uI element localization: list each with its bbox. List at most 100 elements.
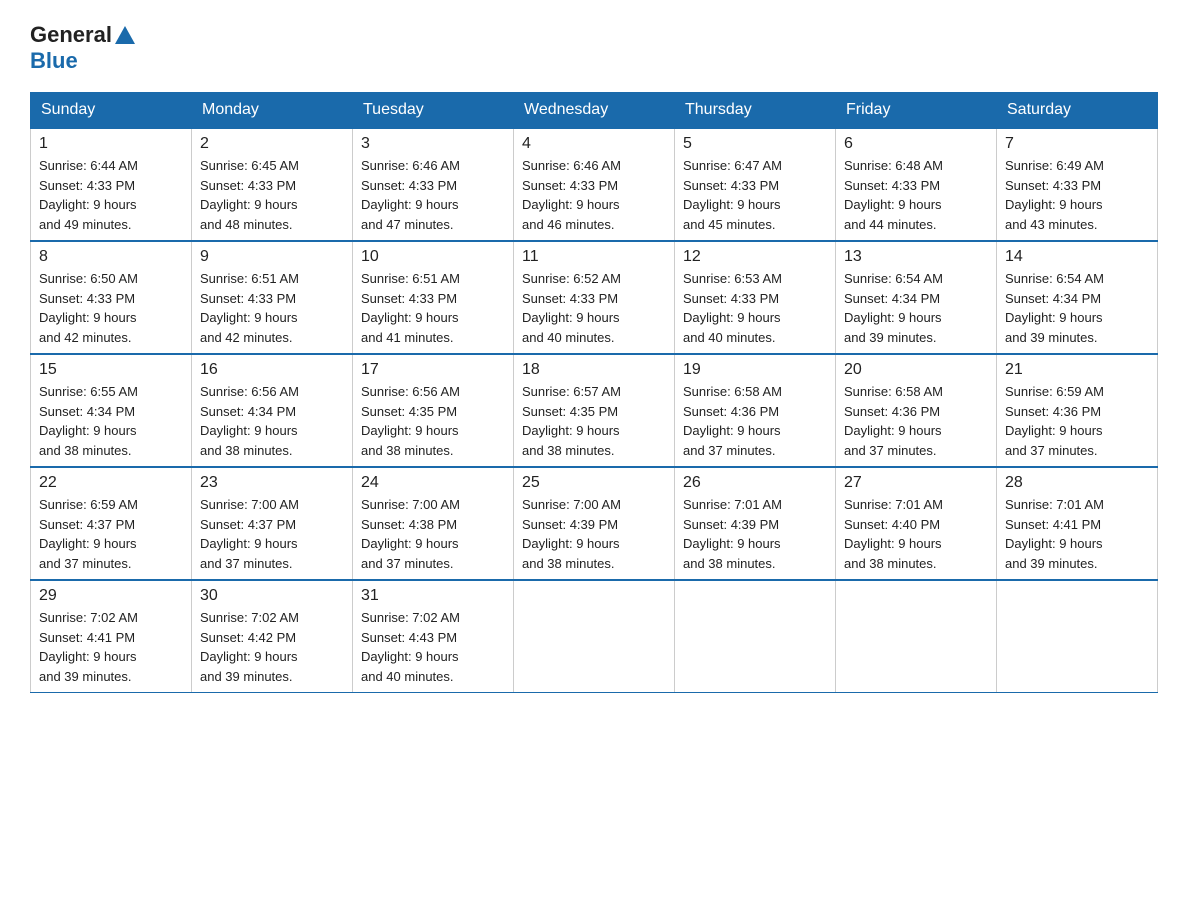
week-row-4: 22 Sunrise: 6:59 AMSunset: 4:37 PMDaylig… [31,467,1158,580]
calendar-cell: 23 Sunrise: 7:00 AMSunset: 4:37 PMDaylig… [192,467,353,580]
day-info: Sunrise: 6:50 AMSunset: 4:33 PMDaylight:… [39,271,138,345]
calendar-cell: 15 Sunrise: 6:55 AMSunset: 4:34 PMDaylig… [31,354,192,467]
day-info: Sunrise: 6:44 AMSunset: 4:33 PMDaylight:… [39,158,138,232]
calendar-cell: 20 Sunrise: 6:58 AMSunset: 4:36 PMDaylig… [836,354,997,467]
calendar-cell: 3 Sunrise: 6:46 AMSunset: 4:33 PMDayligh… [353,128,514,241]
day-info: Sunrise: 6:55 AMSunset: 4:34 PMDaylight:… [39,384,138,458]
week-row-5: 29 Sunrise: 7:02 AMSunset: 4:41 PMDaylig… [31,580,1158,693]
day-info: Sunrise: 6:53 AMSunset: 4:33 PMDaylight:… [683,271,782,345]
calendar-cell: 9 Sunrise: 6:51 AMSunset: 4:33 PMDayligh… [192,241,353,354]
weekday-header-friday: Friday [836,93,997,129]
calendar-cell: 26 Sunrise: 7:01 AMSunset: 4:39 PMDaylig… [675,467,836,580]
day-info: Sunrise: 7:02 AMSunset: 4:42 PMDaylight:… [200,610,299,684]
day-number: 8 [39,248,183,266]
day-number: 11 [522,248,666,266]
day-number: 14 [1005,248,1149,266]
day-number: 5 [683,135,827,153]
calendar-cell: 21 Sunrise: 6:59 AMSunset: 4:36 PMDaylig… [997,354,1158,467]
day-number: 28 [1005,474,1149,492]
day-info: Sunrise: 6:58 AMSunset: 4:36 PMDaylight:… [683,384,782,458]
day-info: Sunrise: 6:47 AMSunset: 4:33 PMDaylight:… [683,158,782,232]
day-info: Sunrise: 7:01 AMSunset: 4:39 PMDaylight:… [683,497,782,571]
day-number: 6 [844,135,988,153]
logo: General Blue [30,24,138,74]
day-info: Sunrise: 7:01 AMSunset: 4:40 PMDaylight:… [844,497,943,571]
day-info: Sunrise: 6:51 AMSunset: 4:33 PMDaylight:… [200,271,299,345]
weekday-header-tuesday: Tuesday [353,93,514,129]
day-number: 7 [1005,135,1149,153]
day-info: Sunrise: 6:46 AMSunset: 4:33 PMDaylight:… [522,158,621,232]
day-number: 1 [39,135,183,153]
calendar-cell: 30 Sunrise: 7:02 AMSunset: 4:42 PMDaylig… [192,580,353,693]
calendar-cell: 24 Sunrise: 7:00 AMSunset: 4:38 PMDaylig… [353,467,514,580]
calendar-cell [997,580,1158,693]
calendar-table: SundayMondayTuesdayWednesdayThursdayFrid… [30,92,1158,693]
calendar-cell: 1 Sunrise: 6:44 AMSunset: 4:33 PMDayligh… [31,128,192,241]
day-number: 30 [200,587,344,605]
calendar-cell: 27 Sunrise: 7:01 AMSunset: 4:40 PMDaylig… [836,467,997,580]
logo-general-text: General [30,24,112,46]
day-number: 31 [361,587,505,605]
day-number: 3 [361,135,505,153]
calendar-cell: 16 Sunrise: 6:56 AMSunset: 4:34 PMDaylig… [192,354,353,467]
weekday-header-thursday: Thursday [675,93,836,129]
calendar-cell: 19 Sunrise: 6:58 AMSunset: 4:36 PMDaylig… [675,354,836,467]
day-number: 17 [361,361,505,379]
calendar-cell: 7 Sunrise: 6:49 AMSunset: 4:33 PMDayligh… [997,128,1158,241]
day-number: 18 [522,361,666,379]
day-info: Sunrise: 6:59 AMSunset: 4:37 PMDaylight:… [39,497,138,571]
day-info: Sunrise: 6:49 AMSunset: 4:33 PMDaylight:… [1005,158,1104,232]
day-info: Sunrise: 6:56 AMSunset: 4:35 PMDaylight:… [361,384,460,458]
day-info: Sunrise: 6:56 AMSunset: 4:34 PMDaylight:… [200,384,299,458]
day-info: Sunrise: 6:51 AMSunset: 4:33 PMDaylight:… [361,271,460,345]
calendar-cell: 22 Sunrise: 6:59 AMSunset: 4:37 PMDaylig… [31,467,192,580]
day-number: 23 [200,474,344,492]
week-row-2: 8 Sunrise: 6:50 AMSunset: 4:33 PMDayligh… [31,241,1158,354]
day-info: Sunrise: 6:59 AMSunset: 4:36 PMDaylight:… [1005,384,1104,458]
weekday-header-saturday: Saturday [997,93,1158,129]
weekday-header-monday: Monday [192,93,353,129]
day-number: 4 [522,135,666,153]
week-row-1: 1 Sunrise: 6:44 AMSunset: 4:33 PMDayligh… [31,128,1158,241]
day-number: 27 [844,474,988,492]
calendar-cell: 11 Sunrise: 6:52 AMSunset: 4:33 PMDaylig… [514,241,675,354]
logo-triangle-icon [115,26,135,44]
day-number: 20 [844,361,988,379]
day-number: 2 [200,135,344,153]
day-number: 12 [683,248,827,266]
day-info: Sunrise: 7:02 AMSunset: 4:41 PMDaylight:… [39,610,138,684]
week-row-3: 15 Sunrise: 6:55 AMSunset: 4:34 PMDaylig… [31,354,1158,467]
day-info: Sunrise: 6:54 AMSunset: 4:34 PMDaylight:… [844,271,943,345]
page-header: General Blue [30,20,1158,74]
calendar-cell [836,580,997,693]
day-info: Sunrise: 7:00 AMSunset: 4:38 PMDaylight:… [361,497,460,571]
calendar-cell: 2 Sunrise: 6:45 AMSunset: 4:33 PMDayligh… [192,128,353,241]
day-number: 19 [683,361,827,379]
calendar-cell: 17 Sunrise: 6:56 AMSunset: 4:35 PMDaylig… [353,354,514,467]
calendar-cell: 18 Sunrise: 6:57 AMSunset: 4:35 PMDaylig… [514,354,675,467]
calendar-cell: 31 Sunrise: 7:02 AMSunset: 4:43 PMDaylig… [353,580,514,693]
calendar-cell: 14 Sunrise: 6:54 AMSunset: 4:34 PMDaylig… [997,241,1158,354]
day-info: Sunrise: 6:48 AMSunset: 4:33 PMDaylight:… [844,158,943,232]
day-info: Sunrise: 6:46 AMSunset: 4:33 PMDaylight:… [361,158,460,232]
day-number: 13 [844,248,988,266]
day-number: 16 [200,361,344,379]
logo-blue-text: Blue [30,48,78,74]
day-info: Sunrise: 6:58 AMSunset: 4:36 PMDaylight:… [844,384,943,458]
day-info: Sunrise: 7:00 AMSunset: 4:39 PMDaylight:… [522,497,621,571]
day-number: 15 [39,361,183,379]
day-info: Sunrise: 7:01 AMSunset: 4:41 PMDaylight:… [1005,497,1104,571]
day-number: 21 [1005,361,1149,379]
calendar-cell: 6 Sunrise: 6:48 AMSunset: 4:33 PMDayligh… [836,128,997,241]
day-number: 24 [361,474,505,492]
calendar-cell [675,580,836,693]
calendar-cell: 28 Sunrise: 7:01 AMSunset: 4:41 PMDaylig… [997,467,1158,580]
calendar-cell: 12 Sunrise: 6:53 AMSunset: 4:33 PMDaylig… [675,241,836,354]
calendar-cell: 10 Sunrise: 6:51 AMSunset: 4:33 PMDaylig… [353,241,514,354]
day-info: Sunrise: 6:57 AMSunset: 4:35 PMDaylight:… [522,384,621,458]
day-number: 29 [39,587,183,605]
calendar-cell: 8 Sunrise: 6:50 AMSunset: 4:33 PMDayligh… [31,241,192,354]
weekday-header-sunday: Sunday [31,93,192,129]
weekday-header-row: SundayMondayTuesdayWednesdayThursdayFrid… [31,93,1158,129]
calendar-cell: 25 Sunrise: 7:00 AMSunset: 4:39 PMDaylig… [514,467,675,580]
